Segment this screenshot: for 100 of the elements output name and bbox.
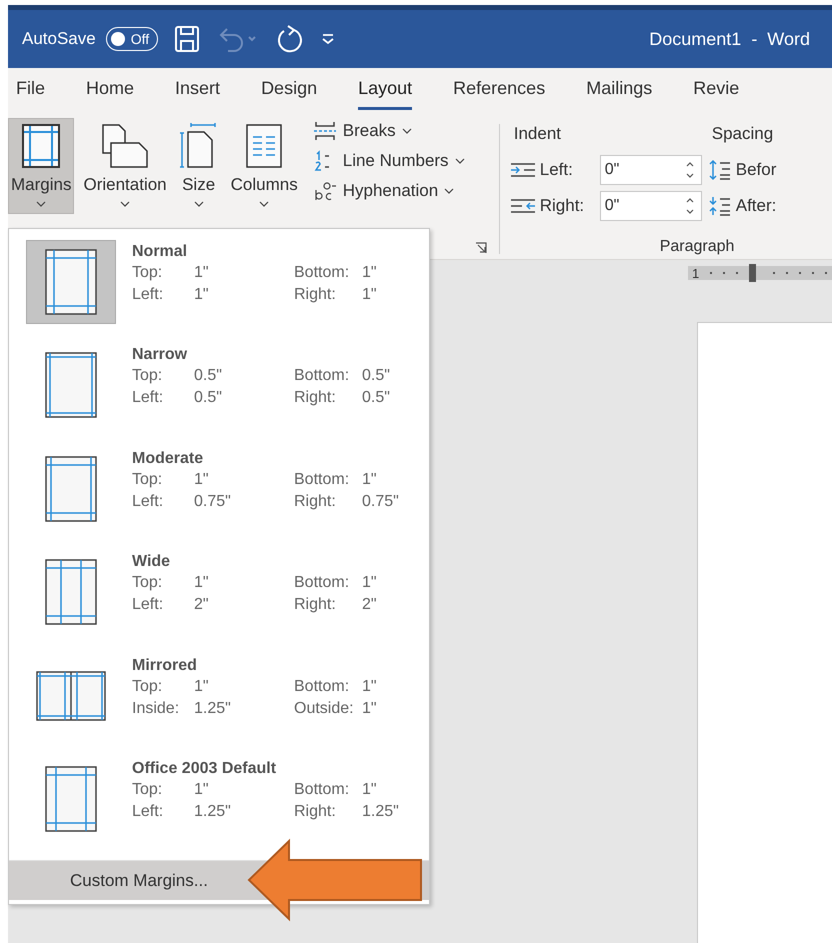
autosave-toggle[interactable]: Off xyxy=(106,27,158,51)
margin-label: Top: xyxy=(132,470,164,490)
margin-label: Top: xyxy=(132,573,164,594)
hyphenation-button[interactable]: Hyphenation xyxy=(310,178,489,204)
margin-preset[interactable]: Mirrored Top: 1" Bottom: 1" Inside: 1.25" Outside: 1" xyxy=(9,654,429,758)
margin-label: Top: xyxy=(132,676,164,697)
save-icon[interactable] xyxy=(174,25,200,53)
margin-label: Right: xyxy=(294,388,337,408)
redo-icon[interactable] xyxy=(276,24,304,54)
margin-value: 2" xyxy=(194,595,210,616)
columns-icon xyxy=(244,123,284,169)
margin-label: Top: xyxy=(132,366,164,386)
margin-label: Left: xyxy=(132,595,164,616)
margin-value: 1" xyxy=(362,285,377,305)
margin-value: 1" xyxy=(362,573,377,594)
page-margins-icon xyxy=(21,123,62,169)
columns-button[interactable]: Columns xyxy=(228,118,301,214)
margin-preset[interactable]: Moderate Top: 1" Bottom: 1" Left: 0.75" Right: 0.75" xyxy=(9,446,429,550)
margin-label: Right: xyxy=(294,595,337,616)
margin-value: 1" xyxy=(194,470,210,490)
margin-preset[interactable]: Office 2003 Default Top: 1" Bottom: 1" Left: 1.25" Right: 1.25" xyxy=(9,757,429,860)
customize-caret-icon[interactable] xyxy=(320,32,336,46)
margin-label: Inside: xyxy=(132,698,180,719)
margin-value: 1" xyxy=(362,470,378,490)
breaks-button[interactable]: Breaks xyxy=(310,118,489,144)
indent-spin-field[interactable]: 0" xyxy=(600,191,702,221)
window-title: Document1 - Word xyxy=(649,28,810,50)
spacing-heading: Spacing xyxy=(712,124,774,144)
margin-label: Right: xyxy=(294,492,337,512)
ruler: 1 xyxy=(688,266,832,280)
margin-label: Right: xyxy=(294,802,337,822)
margin-label: Right: xyxy=(294,285,337,305)
indent-right-icon xyxy=(510,197,536,215)
preset-name: Mirrored xyxy=(132,656,198,676)
margin-value: 0.75" xyxy=(362,492,399,512)
margin-value: 0.5" xyxy=(194,388,223,408)
margin-value: 1" xyxy=(194,676,210,697)
ribbon-tab[interactable]: Insert xyxy=(175,72,220,110)
ribbon-tab[interactable]: Mailings xyxy=(586,72,652,110)
margin-value: 0.5" xyxy=(362,366,390,386)
page-margins-icon xyxy=(45,249,97,315)
indent-label: Left: xyxy=(540,160,574,180)
margin-preset[interactable]: Wide Top: 1" Bottom: 1" Left: 2" Right: 2" xyxy=(9,550,429,654)
indent-spin-field[interactable]: 0" xyxy=(600,155,702,185)
caret-icon xyxy=(454,158,465,164)
spacing-label: After: xyxy=(736,196,776,216)
margin-label: Bottom: xyxy=(294,676,350,697)
margin-value: 0.5" xyxy=(362,388,390,408)
margin-preset[interactable]: Normal Top: 1" Bottom: 1" Left: 1" Right: 1" xyxy=(9,240,429,344)
preset-name: Normal xyxy=(132,242,188,262)
page-margins-icon xyxy=(45,352,97,418)
margin-value: 1" xyxy=(194,780,210,800)
margin-preset[interactable]: Narrow Top: 0.5" Bottom: 0.5" Left: 0.5" Right: 0.5" xyxy=(9,343,429,447)
spacing-before-icon xyxy=(708,159,732,181)
margin-value: 1.25" xyxy=(194,802,232,822)
margin-label: Left: xyxy=(132,388,164,408)
spacing-label: Befor xyxy=(736,160,776,180)
caret-icon xyxy=(402,128,412,134)
mirrored-pages-icon xyxy=(36,670,106,721)
margins-button[interactable]: Margins xyxy=(8,118,74,214)
margin-label: Bottom: xyxy=(294,780,350,800)
margin-value: 1.25" xyxy=(194,698,232,719)
margin-label: Left: xyxy=(132,492,164,512)
ribbon-tab[interactable]: Design xyxy=(261,72,318,110)
margin-label: Bottom: xyxy=(294,263,350,283)
orientation-button[interactable]: Orientation xyxy=(80,118,170,214)
ribbon-tab[interactable]: File xyxy=(16,72,46,110)
hyphenation-icon xyxy=(312,180,337,202)
ribbon-tab[interactable]: Home xyxy=(86,72,134,110)
ribbon-tab[interactable]: References xyxy=(453,72,546,110)
preset-name: Office 2003 Default xyxy=(132,759,278,780)
line-numbers-button[interactable]: Line Numbers xyxy=(310,148,489,174)
margin-value: 1" xyxy=(362,698,377,719)
ribbon-tab[interactable]: Revie xyxy=(693,72,740,110)
spacing-after-icon xyxy=(708,195,732,217)
indent-heading: Indent xyxy=(514,124,562,144)
caret-icon xyxy=(194,201,204,207)
margin-value: 0.5" xyxy=(194,366,223,386)
caret-icon xyxy=(444,188,454,194)
size-button[interactable]: Size xyxy=(176,118,222,214)
margin-value: 1" xyxy=(362,780,378,800)
dialog-launcher-icon[interactable] xyxy=(474,242,487,254)
preset-name: Wide xyxy=(132,552,172,572)
autosave-label: AutoSave xyxy=(22,29,96,49)
margin-value: 1.25" xyxy=(362,802,399,822)
margin-label: Top: xyxy=(132,780,164,800)
indent-label: Right: xyxy=(540,196,586,216)
page-margins-icon xyxy=(45,456,97,522)
preset-name: Moderate xyxy=(132,448,204,469)
margin-label: Bottom: xyxy=(294,366,350,386)
breaks-icon xyxy=(312,120,337,142)
margin-value: 2" xyxy=(362,595,377,616)
margin-label: Bottom: xyxy=(294,470,350,490)
margin-value: 1" xyxy=(194,285,210,305)
two-pages-icon xyxy=(101,123,150,169)
margin-label: Outside: xyxy=(294,698,355,719)
ribbon-tab[interactable]: Layout xyxy=(358,72,412,110)
margin-value: 1" xyxy=(194,263,210,283)
page-margins-icon xyxy=(45,766,97,832)
preset-name: Narrow xyxy=(132,345,188,366)
